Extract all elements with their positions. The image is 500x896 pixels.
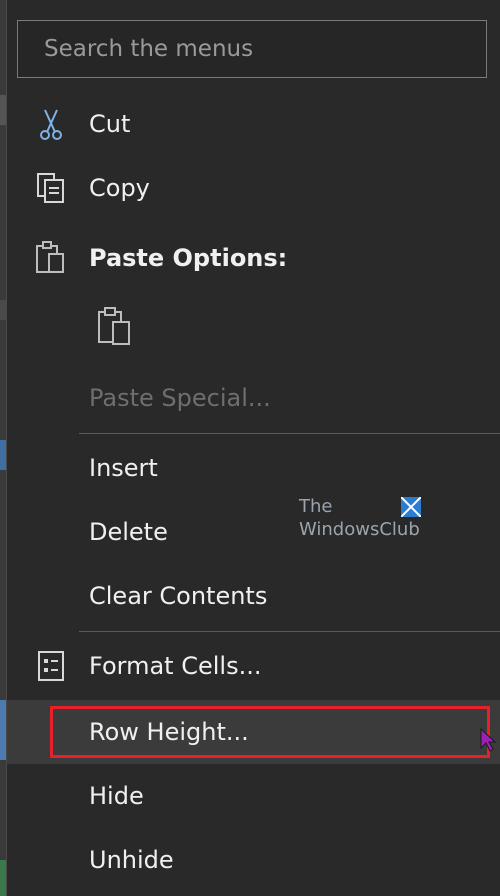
menu-item-unhide[interactable]: Unhide bbox=[7, 828, 500, 892]
menu-item-paste-special: Paste Special... bbox=[7, 366, 500, 430]
menu-item-insert[interactable]: Insert bbox=[7, 436, 500, 500]
context-menu: Search the menus Cut Copy Paste Options: bbox=[6, 0, 500, 896]
insert-label: Insert bbox=[89, 454, 158, 482]
menu-item-cut[interactable]: Cut bbox=[7, 92, 500, 156]
format-cells-icon bbox=[38, 651, 64, 681]
menu-separator bbox=[79, 631, 500, 632]
copy-label: Copy bbox=[89, 174, 150, 202]
format-cells-label: Format Cells... bbox=[89, 652, 262, 680]
menu-separator bbox=[79, 433, 500, 434]
menu-item-paste-options: Paste Options: bbox=[7, 226, 500, 290]
delete-label: Delete bbox=[89, 518, 168, 546]
paste-clipboard-icon[interactable] bbox=[95, 306, 135, 348]
paste-special-label: Paste Special... bbox=[89, 384, 271, 412]
menu-item-copy[interactable]: Copy bbox=[7, 156, 500, 220]
paste-options-label: Paste Options: bbox=[89, 244, 288, 272]
clear-contents-label: Clear Contents bbox=[89, 582, 268, 610]
cut-label: Cut bbox=[89, 110, 131, 138]
watermark-logo-icon bbox=[401, 497, 421, 517]
unhide-label: Unhide bbox=[89, 846, 174, 874]
menu-item-format-cells[interactable]: Format Cells... bbox=[7, 634, 500, 698]
mouse-cursor-icon bbox=[480, 728, 496, 752]
watermark-line1: The bbox=[299, 496, 333, 517]
paste-icon bbox=[36, 241, 64, 273]
watermark: The WindowsClub bbox=[299, 497, 429, 545]
highlight-box bbox=[50, 706, 490, 758]
search-menus-input[interactable]: Search the menus bbox=[17, 20, 487, 78]
scissors-icon bbox=[40, 109, 62, 140]
hide-label: Hide bbox=[89, 782, 144, 810]
menu-item-clear-contents[interactable]: Clear Contents bbox=[7, 564, 500, 628]
menu-item-hide[interactable]: Hide bbox=[7, 764, 500, 828]
watermark-line2: WindowsClub bbox=[299, 519, 420, 540]
copy-icon bbox=[37, 173, 64, 203]
